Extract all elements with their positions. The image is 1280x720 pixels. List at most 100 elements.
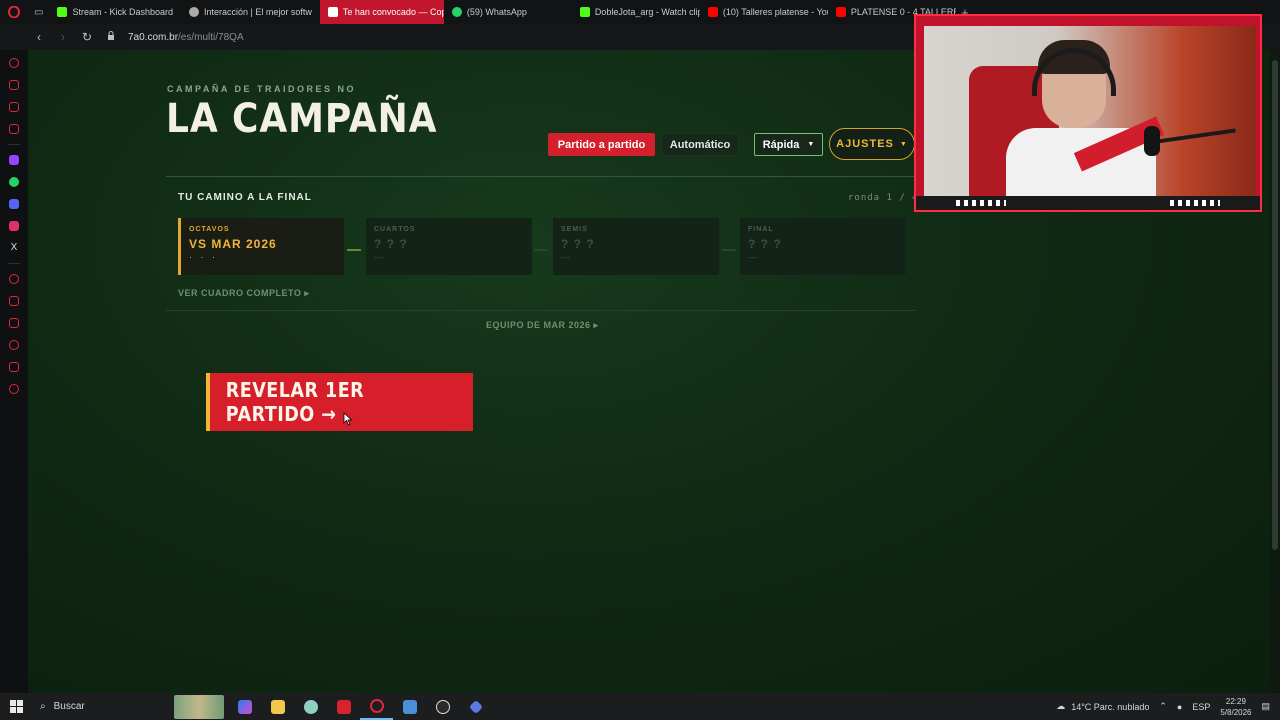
sidebar-divider <box>8 263 20 264</box>
x-icon[interactable]: X <box>6 240 22 256</box>
edge-icon[interactable] <box>294 693 327 720</box>
whatsapp-icon[interactable] <box>6 174 22 190</box>
stage-connector <box>722 249 736 251</box>
webcam-feed <box>924 26 1256 198</box>
caret-down-icon: ▼ <box>899 140 908 148</box>
windows-start-icon[interactable] <box>0 693 32 720</box>
taskbar-search[interactable]: ⌕ Buscar <box>32 693 170 720</box>
search-highlight-image[interactable] <box>174 694 224 719</box>
notifications-icon[interactable]: ▤ <box>1261 701 1270 712</box>
stage-sub: — <box>374 252 386 262</box>
twitch-icon[interactable] <box>6 152 22 168</box>
site-icon <box>327 7 338 17</box>
youtube-icon <box>835 7 846 17</box>
stage-connector <box>347 249 361 251</box>
whatsapp-icon <box>451 7 462 17</box>
page-kicker: CAMPAÑA DE TRAIDORES NO <box>167 84 357 94</box>
file-explorer-icon[interactable] <box>261 693 294 720</box>
page-title: LA CAMPAÑA <box>166 96 438 142</box>
language-indicator[interactable]: ESP <box>1192 702 1210 712</box>
stage-opponent: ? ? ? <box>374 237 408 251</box>
obs-icon[interactable] <box>426 693 459 720</box>
partido-a-partido-button[interactable]: Partido a partido <box>548 133 655 156</box>
history-icon[interactable] <box>6 271 22 287</box>
stage-label: SEMIS <box>561 226 588 233</box>
equipo-link[interactable]: EQUIPO DE MAR 2026 ▸ <box>486 320 599 331</box>
tab-interaccion[interactable]: Interacción | El mejor softw <box>181 0 320 24</box>
mouse-cursor-icon <box>343 412 353 426</box>
tab-whatsapp[interactable]: (59) WhatsApp <box>444 0 572 24</box>
rapida-dropdown[interactable]: Rápida ▼ <box>754 133 823 156</box>
search-icon: ⌕ <box>40 701 46 712</box>
stage-sub: — <box>561 252 573 262</box>
webcam-frame-bottom <box>916 196 1260 210</box>
tab-kick-dashboard[interactable]: Stream - Kick Dashboard <box>49 0 181 24</box>
mic-arm <box>1156 128 1236 144</box>
stage-label: FINAL <box>748 226 774 233</box>
stage-sub: · · · <box>189 252 218 262</box>
stage-cuartos: CUARTOS ? ? ? — <box>366 218 532 275</box>
stage-opponent: ? ? ? <box>561 237 595 251</box>
divider <box>166 176 916 177</box>
stage-label: CUARTOS <box>374 226 416 233</box>
stage-label: OCTAVOS <box>189 226 230 233</box>
webcam-overlay <box>914 14 1262 212</box>
opera-taskbar-icon[interactable] <box>360 693 393 720</box>
microphone-icon <box>1144 126 1160 156</box>
chevron-up-icon[interactable]: ⌃ <box>1159 701 1167 712</box>
ajustes-button[interactable]: AJUSTES ▼ <box>829 128 915 160</box>
opera-icon[interactable] <box>0 0 28 24</box>
player-icon[interactable] <box>6 293 22 309</box>
stage-final: FINAL ? ? ? — <box>740 218 906 275</box>
scrollbar-thumb[interactable] <box>1272 60 1278 550</box>
crypto-wallet-icon[interactable] <box>6 77 22 93</box>
tab-doblejota[interactable]: DobleJota_arg - Watch clip <box>572 0 700 24</box>
scrollbar[interactable] <box>1270 50 1280 693</box>
discord-icon[interactable] <box>6 196 22 212</box>
weather-widget[interactable]: ☁ 14°C Parc. nublado <box>1056 701 1149 712</box>
clock-icon[interactable] <box>6 337 22 353</box>
browser-sidebar: X <box>0 50 28 693</box>
reload-icon[interactable]: ↻ <box>80 30 94 44</box>
automatico-button[interactable]: Automático <box>661 133 739 156</box>
tab-overview-icon[interactable]: ▭ <box>28 0 49 24</box>
app-w-icon[interactable] <box>327 693 360 720</box>
ver-cuadro-link[interactable]: VER CUADRO COMPLETO ▸ <box>178 288 309 299</box>
tab-talleres-youtube[interactable]: (10) Talleres platense - You <box>700 0 828 24</box>
back-icon[interactable]: ‹ <box>32 30 46 44</box>
stage-opponent: ? ? ? <box>748 237 782 251</box>
tabs-icon[interactable] <box>6 315 22 331</box>
aria-icon[interactable] <box>6 55 22 71</box>
clock[interactable]: 22:29 5/8/2026 <box>1220 696 1251 718</box>
round-indicator: ronda 1 / 4 <box>848 193 919 203</box>
forward-icon[interactable]: › <box>56 30 70 44</box>
extensions-icon[interactable] <box>6 359 22 375</box>
tab-copa-active[interactable]: Te han convocado — Copa <box>319 0 444 24</box>
copilot-icon[interactable] <box>228 693 261 720</box>
bag-icon[interactable] <box>6 99 22 115</box>
stage-opponent: VS MAR 2026 <box>189 237 277 251</box>
weather-cloud-icon: ☁ <box>1056 701 1066 711</box>
revelar-partido-button[interactable]: REVELAR 1ER PARTIDO → <box>206 373 473 431</box>
stage-connector <box>534 249 548 251</box>
calculator-icon[interactable] <box>393 693 426 720</box>
divider <box>166 310 916 311</box>
lock-icon <box>104 30 118 44</box>
stage-sub: — <box>748 252 760 262</box>
system-tray: ☁ 14°C Parc. nublado ⌃ ● ESP 22:29 5/8/2… <box>1056 693 1280 720</box>
windows-taskbar: ⌕ Buscar ☁ 14°C Parc. nublado ⌃ ● ESP 22… <box>0 693 1280 720</box>
sidebar-divider <box>8 144 20 145</box>
kick-icon <box>579 7 590 17</box>
stage-semis: SEMIS ? ? ? — <box>553 218 719 275</box>
instagram-icon[interactable] <box>6 218 22 234</box>
caret-down-icon: ▼ <box>807 141 815 148</box>
settings-icon[interactable] <box>6 381 22 397</box>
revelar-label: REVELAR 1ER PARTIDO → <box>225 378 365 426</box>
url-field[interactable]: 7a0.com.br/es/multi/78QA <box>128 32 244 43</box>
generic-icon <box>189 7 199 17</box>
stage-octavos[interactable]: OCTAVOS VS MAR 2026 · · · <box>178 218 344 275</box>
camino-title: TU CAMINO A LA FINAL <box>178 192 312 203</box>
app-diamond-icon[interactable] <box>459 693 492 720</box>
music-icon[interactable] <box>6 121 22 137</box>
microphone-tray-icon[interactable]: ● <box>1177 702 1182 712</box>
